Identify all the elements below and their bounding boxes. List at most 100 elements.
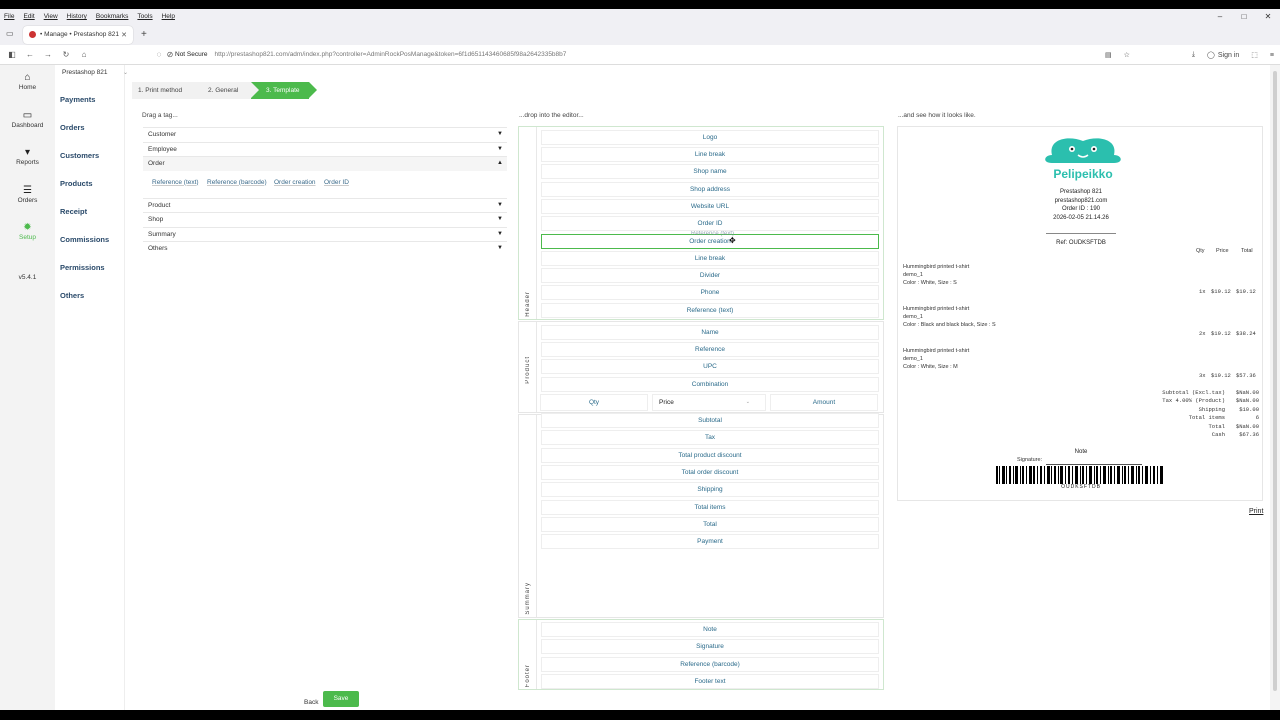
editor-row-line-break[interactable]: Line break <box>541 147 879 162</box>
forward-icon[interactable]: → <box>39 50 57 59</box>
tag-group-label: Summary <box>148 230 176 238</box>
editor-row-shipping[interactable]: Shipping <box>541 482 879 497</box>
nav-orders[interactable]: ☰ Orders <box>0 185 55 204</box>
menu-bookmarks[interactable]: Bookmarks <box>96 13 129 20</box>
downloads-icon[interactable]: ⤓ <box>1192 51 1195 59</box>
nav-setup[interactable]: ✹ Setup <box>0 222 55 241</box>
editor-row-shop-name[interactable]: Shop name <box>541 164 879 179</box>
editor-row-reference-barcode[interactable]: Reference (barcode) <box>541 657 879 672</box>
editor-row-divider[interactable]: Divider <box>541 268 879 283</box>
preview-note: Note <box>1074 449 1088 455</box>
account-icon[interactable]: ◯ <box>1207 51 1215 59</box>
preview-col-price: Price <box>1216 248 1229 254</box>
editor-row-name[interactable]: Name <box>541 325 879 340</box>
tag-group-shop[interactable]: Shop ▼ <box>143 212 507 227</box>
reload-icon[interactable]: ↻ <box>57 50 75 59</box>
menu-help[interactable]: Help <box>162 13 175 20</box>
step-template[interactable]: 3. Template <box>251 82 317 99</box>
editor-row-line-break-2[interactable]: Line break <box>541 251 879 266</box>
editor-row-total-product-discount[interactable]: Total product discount <box>541 448 879 463</box>
tag-order-id[interactable]: Order ID <box>324 179 349 186</box>
tag-group-label: Others <box>148 245 168 252</box>
tag-group-product[interactable]: Product ▼ <box>143 197 507 213</box>
tag-group-order[interactable]: Order ▲ <box>143 156 507 171</box>
step-print-method[interactable]: 1. Print method <box>132 82 201 99</box>
editor-row-tax[interactable]: Tax <box>541 430 879 445</box>
editor-row-note[interactable]: Note <box>541 622 879 637</box>
print-link[interactable]: Print <box>1249 508 1263 515</box>
minimize-icon[interactable]: – <box>1208 9 1232 24</box>
subnav-commissions[interactable]: Commissions <box>60 235 109 244</box>
editor-row-total[interactable]: Total <box>541 517 879 532</box>
menu-history[interactable]: History <box>67 13 87 20</box>
page-scrollbar[interactable] <box>1270 65 1280 710</box>
subnav-products[interactable]: Products <box>60 179 93 188</box>
sidebar-toggle-icon[interactable]: ◧ <box>3 50 21 59</box>
editor-row-logo[interactable]: Logo <box>541 130 879 145</box>
tab-list-icon[interactable]: ▭ <box>6 29 14 38</box>
scrollbar-thumb[interactable] <box>1273 71 1277 691</box>
subnav-receipt[interactable]: Receipt <box>60 207 87 216</box>
preview-item-total: $57.36 <box>1236 372 1256 379</box>
step-general[interactable]: 2. General <box>193 82 259 99</box>
editor-row-phone[interactable]: Phone <box>541 285 879 300</box>
shop-selector[interactable]: Prestashop 821 ⌄ <box>62 69 128 76</box>
menu-tools[interactable]: Tools <box>137 13 152 20</box>
nav-reports[interactable]: ▾ Reports <box>0 147 55 166</box>
editor-row-footer-text[interactable]: Footer text <box>541 674 879 689</box>
reader-view-icon[interactable]: ▤ <box>1105 51 1112 59</box>
subnav-others[interactable]: Others <box>60 291 84 300</box>
tag-reference-barcode[interactable]: Reference (barcode) <box>207 179 267 186</box>
editor-row-payment[interactable]: Payment <box>541 534 879 549</box>
tag-group-customer[interactable]: Customer ▼ <box>143 127 507 142</box>
column-amount[interactable]: Amount <box>770 394 878 411</box>
menu-view[interactable]: View <box>44 13 58 20</box>
nav-setup-label: Setup <box>19 234 36 241</box>
back-button[interactable]: Back <box>304 699 318 706</box>
nav-dashboard[interactable]: ▭ Dashboard <box>0 110 55 129</box>
app-menu-icon[interactable]: ≡ <box>1270 52 1274 59</box>
home-browser-icon[interactable]: ⌂ <box>75 50 93 59</box>
receipt-preview: Pelipeikko Prestashop 821 prestashop821.… <box>897 126 1263 501</box>
editor-row-order-id[interactable]: Order ID <box>541 216 879 231</box>
url-text[interactable]: http://prestashop821.com/adm/index.php?c… <box>215 51 567 58</box>
editor-row-reference-text[interactable]: Reference (text) <box>541 303 879 318</box>
nav-home[interactable]: ⌂ Home <box>0 72 55 91</box>
maximize-icon[interactable]: □ <box>1232 9 1256 24</box>
tag-reference-text[interactable]: Reference (text) <box>152 179 199 186</box>
editor-row-shop-address[interactable]: Shop address <box>541 182 879 197</box>
column-price-select[interactable]: Price ⌄ <box>652 394 766 411</box>
move-cursor-icon: ✥ <box>729 236 736 245</box>
column-qty[interactable]: Qty <box>540 394 648 411</box>
subnav-customers[interactable]: Customers <box>60 151 99 160</box>
menu-edit[interactable]: Edit <box>23 13 34 20</box>
subnav-payments[interactable]: Payments <box>60 95 95 104</box>
subnav-permissions[interactable]: Permissions <box>60 263 105 272</box>
address-bar[interactable]: ◌ ⊘ Not Secure http://prestashop821.com/… <box>153 50 567 59</box>
tag-group-summary[interactable]: Summary ▼ <box>143 226 507 242</box>
preview-item-price: $19.12 <box>1211 372 1231 379</box>
new-tab-icon[interactable]: + <box>141 29 147 40</box>
editor-row-signature[interactable]: Signature <box>541 639 879 654</box>
back-icon[interactable]: ← <box>21 50 39 59</box>
close-window-icon[interactable]: ✕ <box>1256 9 1280 24</box>
editor-row-subtotal[interactable]: Subtotal <box>541 413 879 428</box>
editor-row-upc[interactable]: UPC <box>541 359 879 374</box>
editor-row-total-items[interactable]: Total items <box>541 500 879 515</box>
tag-order-creation[interactable]: Order creation <box>274 179 316 186</box>
tag-group-employee[interactable]: Employee ▼ <box>143 141 507 157</box>
extensions-icon[interactable]: ⬚ <box>1251 51 1258 59</box>
browser-tab[interactable]: • Manage • Prestashop 821 ✕ <box>23 25 133 44</box>
save-button[interactable]: Save <box>323 691 359 707</box>
editor-row-combination[interactable]: Combination <box>541 377 879 392</box>
editor-row-reference[interactable]: Reference <box>541 342 879 357</box>
close-tab-icon[interactable]: ✕ <box>121 31 127 39</box>
subnav-orders[interactable]: Orders <box>60 123 85 132</box>
sign-in-label[interactable]: Sign in <box>1218 52 1239 59</box>
browser-navbar: ◧ ← → ↻ ⌂ ◌ ⊘ Not Secure http://prestash… <box>0 45 1280 65</box>
editor-row-total-order-discount[interactable]: Total order discount <box>541 465 879 480</box>
editor-row-website-url[interactable]: Website URL <box>541 199 879 214</box>
tag-group-others[interactable]: Others ▼ <box>143 241 507 256</box>
bookmark-star-icon[interactable]: ☆ <box>1124 51 1130 59</box>
menu-file[interactable]: File <box>4 13 14 20</box>
